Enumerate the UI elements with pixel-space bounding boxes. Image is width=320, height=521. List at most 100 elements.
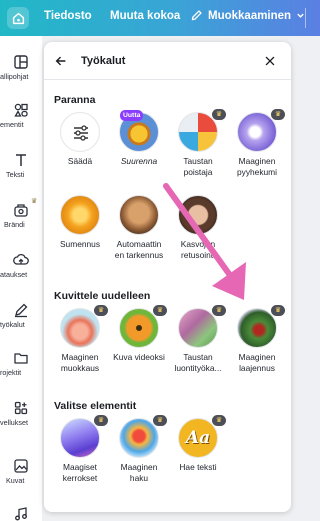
crown-icon: ♛ — [94, 415, 108, 426]
sidebar-item-text[interactable]: Teksti — [0, 152, 42, 179]
tool-label: Maaginen muokkaus — [60, 352, 100, 373]
face-thumbnail — [178, 195, 218, 235]
crown-icon: ♛ — [153, 305, 167, 316]
tool-label: Maaginen pyyhekumi — [236, 156, 278, 177]
orange-slice-thumbnail — [60, 195, 100, 235]
edit-mode-menu[interactable]: Muokkaaminen — [190, 9, 305, 22]
sidebar-item-photos[interactable]: Kuvat — [0, 458, 42, 485]
section-title-select: Valitse elementit — [54, 400, 137, 412]
tool-magic-edit[interactable]: ♛ Maaginen muokkaus — [54, 305, 108, 373]
cake-thumbnail — [60, 308, 100, 348]
tool-magic-layers[interactable]: ♛ Maagiset kerrokset — [54, 415, 108, 483]
tool-magic-eraser[interactable]: ♛ Maaginen pyyhekumi — [231, 109, 285, 177]
sidebar-item-templates[interactable]: allipohjat — [0, 54, 42, 81]
tool-magic-search[interactable]: ♛ Maaginen haku — [113, 415, 167, 483]
sidebar-item-label: Teksti — [6, 170, 25, 179]
tools-panel: Työkalut Paranna Säädä Uutta Suurenna ♛ … — [44, 42, 291, 512]
sliders-icon — [74, 125, 88, 141]
tool-label: Kasvojen retusointi — [180, 239, 216, 260]
brand-icon — [14, 204, 28, 217]
sidebar-item-tools[interactable]: työkalut — [0, 302, 42, 329]
sidebar-item-label: Kuvat — [6, 476, 25, 485]
crown-icon: ♛ — [212, 305, 226, 316]
edit-mode-label: Muokkaaminen — [208, 9, 292, 22]
tool-label: Maaginen haku — [120, 462, 158, 483]
chevron-down-icon — [297, 13, 304, 18]
close-icon[interactable] — [263, 54, 277, 68]
text-icon — [16, 154, 26, 166]
panel-title: Työkalut — [81, 55, 126, 67]
tool-magic-expand[interactable]: ♛ Maaginen laajennus — [231, 305, 285, 373]
left-sidebar: allipohjat ementit Teksti ♛ Brändi atauk… — [0, 36, 42, 521]
tool-label: Automaattin en tarkennus — [114, 239, 164, 260]
top-bar: Tiedosto Muuta kokoa Muokkaaminen — [0, 0, 320, 36]
sidebar-item-apps[interactable]: vellukset — [0, 400, 42, 427]
tool-image-to-video[interactable]: ♛ Kuva videoksi — [113, 305, 167, 363]
tool-label: Hae teksti — [179, 462, 217, 472]
tool-label: Taustan luontityökа... — [174, 352, 222, 373]
panel-header: Työkalut — [44, 42, 291, 80]
tool-label: Taustan poistaja — [183, 156, 213, 177]
beach-ball-thumbnail — [178, 112, 218, 152]
section-title-enhance: Paranna — [54, 94, 96, 106]
upload-icon — [13, 253, 29, 265]
crown-icon: ♛ — [31, 198, 38, 205]
flower-thumbnail — [237, 112, 277, 152]
tool-grab-text[interactable]: ♛ Aa Hae teksti — [172, 415, 226, 473]
shapes-icon — [14, 103, 28, 117]
sidebar-item-elements[interactable]: ementit — [0, 102, 42, 129]
sidebar-item-projects[interactable]: rojektit — [0, 350, 42, 377]
tool-adjust[interactable]: Säädä — [54, 112, 106, 167]
layers-thumbnail — [60, 418, 100, 458]
tool-label: Sumennus — [59, 239, 101, 249]
home-button[interactable] — [7, 7, 29, 29]
crown-icon: ♛ — [94, 305, 108, 316]
sidebar-item-uploads[interactable]: ataukset — [0, 252, 42, 279]
sidebar-item-label: vellukset — [0, 418, 28, 427]
sunglasses-thumbnail — [178, 308, 218, 348]
tool-blur[interactable]: Sumennus — [54, 195, 106, 250]
crown-icon: ♛ — [271, 305, 285, 316]
new-badge: Uutta — [120, 110, 144, 121]
sidebar-item-label: rojektit — [0, 368, 22, 377]
ladybug-thumbnail — [237, 308, 277, 348]
tool-thumbnail — [60, 112, 100, 152]
apps-icon — [14, 401, 28, 415]
image-icon — [14, 459, 28, 473]
sidebar-item-label: allipohjat — [0, 72, 29, 81]
dog-thumbnail — [119, 195, 159, 235]
sidebar-item-label: Brändi — [4, 220, 25, 229]
layout-icon — [14, 55, 28, 69]
file-menu[interactable]: Tiedosto — [44, 10, 92, 22]
tool-background-generator[interactable]: ♛ Taustan luontityökа... — [172, 305, 226, 373]
tool-auto-focus[interactable]: Automaattin en tarkennus — [113, 195, 165, 260]
text-aa-icon: Aa — [185, 428, 211, 448]
tool-label: Kuva videoksi — [113, 352, 165, 362]
sidebar-item-label: ementit — [0, 120, 24, 129]
sidebar-item-brand[interactable]: ♛ Brändi — [0, 198, 42, 229]
pencil-icon — [191, 10, 202, 21]
tool-label: Maaginen laajennus — [238, 352, 276, 373]
crown-icon: ♛ — [212, 109, 226, 120]
tool-background-remover[interactable]: ♛ Taustan poistaja — [172, 109, 226, 177]
tool-label: Säädä — [67, 156, 93, 166]
back-arrow-icon[interactable] — [54, 54, 68, 68]
home-icon — [12, 12, 24, 24]
balloon-thumbnail — [119, 418, 159, 458]
folder-icon — [14, 353, 28, 364]
tool-upscale[interactable]: Uutta Suurenna — [113, 110, 165, 167]
tool-label: Suurenna — [120, 156, 158, 166]
crown-icon: ♛ — [271, 109, 285, 120]
topbar-divider — [305, 8, 306, 28]
sidebar-item-audio[interactable] — [0, 506, 42, 521]
pen-icon — [15, 303, 28, 318]
resize-menu[interactable]: Muuta kokoa — [110, 10, 180, 22]
crown-icon: ♛ — [153, 415, 167, 426]
section-title-imagine: Kuvittele uudelleen — [54, 290, 151, 302]
crown-icon: ♛ — [212, 415, 226, 426]
tool-label: Maagiset kerrokset — [62, 462, 98, 483]
tool-face-retouch[interactable]: Kasvojen retusointi — [172, 195, 224, 260]
sidebar-item-label: työkalut — [0, 320, 25, 329]
grab-text-thumbnail: Aa — [178, 418, 218, 458]
music-icon — [15, 507, 27, 521]
